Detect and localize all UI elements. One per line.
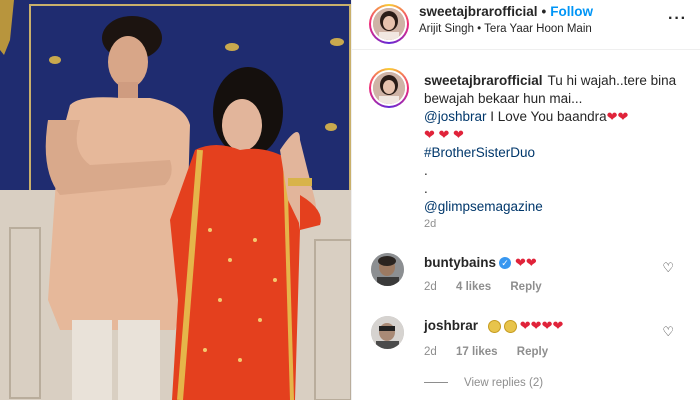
like-comment-heart-icon[interactable]: ♡ — [662, 260, 674, 276]
verified-badge-icon: ✓ — [499, 257, 512, 270]
hashtag-link[interactable]: #BrotherSisterDuo — [424, 145, 535, 160]
comment-meta: 2d 17 likes Reply — [424, 346, 564, 358]
comment-username[interactable]: joshbrar — [424, 318, 478, 333]
comment-text: ❤❤❤❤ — [519, 318, 564, 333]
caption-dot: . — [424, 163, 428, 178]
view-replies-button[interactable]: View replies (2) — [424, 377, 543, 389]
profile-avatar[interactable] — [369, 4, 409, 44]
post-side-panel: sweetajbrarofficial • Follow Arijit Singh … — [351, 0, 700, 400]
caption-timestamp[interactable]: 2d — [424, 218, 436, 230]
comment-avatar[interactable] — [371, 316, 404, 349]
header-username[interactable]: sweetajbrarofficial — [419, 4, 538, 19]
more-options-icon[interactable]: ··· — [668, 10, 687, 28]
comment-likes[interactable]: 4 likes — [456, 281, 491, 293]
follow-button[interactable]: Follow — [550, 4, 593, 19]
replies-divider — [424, 382, 448, 384]
unamused-face-icon — [487, 319, 501, 333]
comment-meta: 2d 4 likes Reply — [424, 281, 558, 293]
post-photo-illustration — [0, 0, 351, 400]
red-heart-icon: ❤❤ — [606, 109, 629, 124]
caption: sweetajbrarofficial Tu hi wajah..tere bin… — [424, 72, 694, 216]
header-separator: • — [541, 4, 547, 19]
post-header: sweetajbrarofficial • Follow Arijit Singh … — [352, 0, 700, 50]
red-heart-icon: ❤ ❤ ❤ — [424, 127, 464, 142]
reply-button[interactable]: Reply — [517, 346, 548, 358]
comment-time[interactable]: 2d — [424, 281, 437, 293]
caption-username[interactable]: sweetajbrarofficial — [424, 73, 543, 88]
avatar-image — [373, 8, 405, 40]
caption-avatar[interactable] — [369, 68, 409, 108]
caption-dot: . — [424, 181, 428, 196]
mention-joshbrar[interactable]: @joshbrar — [424, 109, 486, 124]
unamused-face-icon — [503, 319, 517, 333]
comment-line: joshbrar ❤❤❤❤ — [424, 318, 563, 334]
caption-line-2: I Love You baandra — [486, 109, 607, 124]
reply-button[interactable]: Reply — [510, 281, 541, 293]
like-comment-heart-icon[interactable]: ♡ — [662, 324, 674, 340]
view-replies-label: View replies (2) — [464, 377, 544, 389]
comment-avatar[interactable] — [371, 253, 404, 286]
mention-glimpsemagazine[interactable]: @glimpsemagazine — [424, 199, 543, 214]
comment-text: ❤❤ — [515, 255, 537, 270]
audio-track-link[interactable]: Arijit Singh • Tera Yaar Hoon Main — [419, 23, 592, 35]
comment-username[interactable]: buntybains — [424, 255, 496, 270]
post-photo[interactable] — [0, 0, 351, 400]
comment-likes[interactable]: 17 likes — [456, 346, 498, 358]
caption-avatar-image — [373, 72, 405, 104]
header-line: sweetajbrarofficial • Follow — [419, 4, 593, 19]
comment-time[interactable]: 2d — [424, 346, 437, 358]
comment-line: buntybains ✓ ❤❤ — [424, 255, 537, 271]
